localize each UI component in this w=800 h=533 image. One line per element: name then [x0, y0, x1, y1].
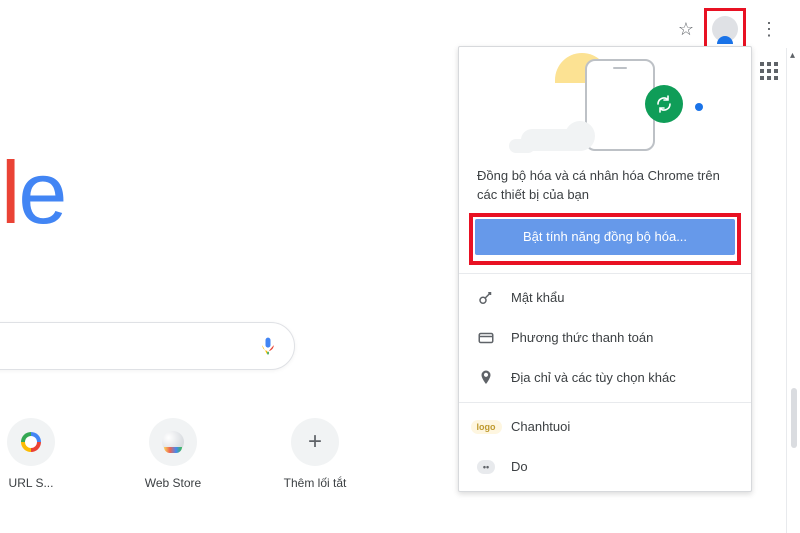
divider — [459, 273, 751, 274]
divider — [459, 402, 751, 403]
profile-popover: Đồng bộ hóa và cá nhân hóa Chrome trên c… — [458, 46, 752, 492]
sync-icon — [645, 85, 683, 123]
bookmark-star-icon[interactable]: ☆ — [678, 19, 694, 40]
scrollbar[interactable]: ▴ — [786, 48, 800, 533]
shortcut-label: Thêm lối tắt — [284, 476, 347, 490]
profile-label: Chanhtuoi — [511, 419, 570, 434]
overflow-menu-icon[interactable]: ⋮ — [756, 19, 782, 40]
shortcut-tile[interactable]: URL S... — [0, 418, 78, 490]
apps-grid-icon[interactable] — [760, 62, 778, 80]
new-tab-page: oogle URL S... Web Store + Thêm lối tắt — [0, 0, 500, 533]
profile-row[interactable]: •• Do — [459, 447, 751, 487]
voice-search-icon[interactable] — [258, 336, 278, 356]
profile-button[interactable] — [708, 12, 742, 46]
list-item-label: Địa chỉ và các tùy chọn khác — [511, 370, 676, 385]
avatar-icon — [712, 16, 738, 42]
browser-toolbar: ☆ ⋮ — [678, 12, 782, 46]
webstore-icon — [162, 431, 184, 453]
profile-row[interactable]: logo Chanhtuoi — [459, 407, 751, 447]
scroll-up-icon[interactable]: ▴ — [790, 50, 795, 61]
search-box[interactable] — [0, 322, 295, 370]
shortcut-label: Web Store — [145, 476, 201, 490]
sync-illustration — [459, 47, 751, 155]
add-shortcut-tile[interactable]: + Thêm lối tắt — [268, 418, 362, 490]
annotation-highlight — [469, 213, 741, 265]
addresses-row[interactable]: Địa chỉ và các tùy chọn khác — [459, 358, 751, 398]
payment-row[interactable]: Phương thức thanh toán — [459, 318, 751, 358]
plus-icon: + — [308, 428, 322, 456]
google-g-icon — [21, 432, 41, 452]
shortcut-tile[interactable]: Web Store — [126, 418, 220, 490]
list-item-label: Phương thức thanh toán — [511, 330, 653, 345]
search-input[interactable] — [0, 338, 258, 355]
profile-label: Do — [511, 459, 528, 474]
scroll-thumb[interactable] — [791, 388, 797, 448]
shortcut-label: URL S... — [9, 476, 54, 490]
google-logo: oogle — [0, 142, 65, 244]
list-item-label: Mật khẩu — [511, 290, 564, 305]
shortcuts-row: URL S... Web Store + Thêm lối tắt — [0, 418, 362, 490]
sync-description: Đồng bộ hóa và cá nhân hóa Chrome trên c… — [459, 155, 751, 213]
passwords-row[interactable]: Mật khẩu — [459, 278, 751, 318]
